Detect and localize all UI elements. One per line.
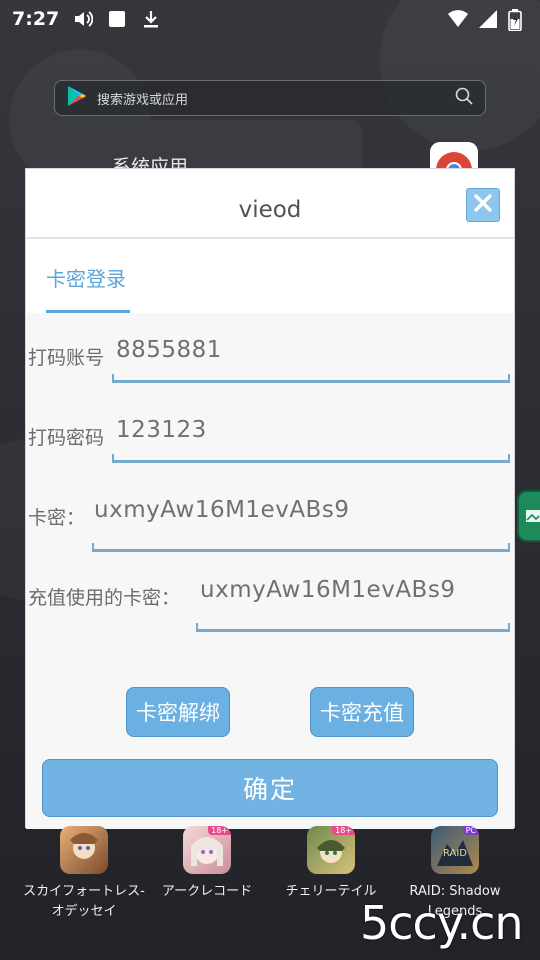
login-form: 打码账号 8855881 打码密码 123123 卡密： uxmyAw16M1e… (26, 313, 514, 829)
download-icon (141, 9, 161, 29)
search-placeholder: 搜索游戏或应用 (97, 92, 189, 108)
signal-icon (478, 9, 498, 29)
dialog-header: vieod (26, 169, 514, 239)
svg-text:RAID: RAID (443, 848, 467, 859)
dialog-title: vieod (238, 197, 302, 223)
site-watermark: 5ccy.cn (360, 896, 524, 950)
card-key-label: 卡密： (28, 507, 86, 529)
account-label: 打码账号 (28, 347, 105, 369)
game-icon (60, 826, 108, 874)
game-icon: RAID PC (431, 826, 479, 874)
game-app-1[interactable]: スカイフォートレス-オデッセイ (19, 826, 149, 922)
close-icon (473, 193, 493, 217)
recharge-card-key-field: 充值使用的卡密： uxmyAw16M1evABs9 (26, 573, 514, 633)
pc-badge: PC (462, 826, 479, 835)
game-app-2[interactable]: 18+ アークレコード (142, 826, 272, 902)
recharge-card-key-label: 充值使用的卡密： (28, 587, 181, 609)
game-app-3[interactable]: 18+ チェリーテイル (266, 826, 396, 902)
adult-badge: 18+ (208, 826, 231, 835)
volume-icon (73, 9, 94, 29)
tab-card-login[interactable]: 卡密登录 (46, 263, 130, 313)
status-bar: 7:27 (0, 0, 540, 38)
status-time: 7:27 (12, 8, 60, 30)
play-store-icon (67, 85, 87, 111)
confirm-button[interactable]: 确定 (42, 759, 498, 817)
game-icon: 18+ (307, 826, 355, 874)
recharge-card-key-underline (196, 623, 510, 632)
password-field: 打码密码 123123 (26, 413, 514, 473)
recharge-card-button[interactable]: 卡密充值 (310, 687, 414, 737)
password-label: 打码密码 (28, 427, 105, 449)
account-field: 打码账号 8855881 (26, 333, 514, 393)
password-input[interactable]: 123123 (116, 417, 207, 443)
tab-bar: 卡密登录 (26, 241, 514, 313)
password-underline (112, 454, 510, 463)
card-key-underline (92, 543, 510, 552)
unbind-card-button[interactable]: 卡密解绑 (126, 687, 230, 737)
stop-icon (107, 9, 127, 29)
card-key-input[interactable]: uxmyAw16M1evABs9 (94, 497, 349, 523)
account-input[interactable]: 8855881 (116, 337, 222, 363)
game-icon: 18+ (183, 826, 231, 874)
floating-assistant-widget[interactable] (517, 490, 540, 542)
game-label: アークレコード (161, 884, 253, 899)
account-underline (112, 374, 510, 383)
card-key-field: 卡密： uxmyAw16M1evABs9 (26, 493, 514, 553)
adult-badge: 18+ (332, 826, 355, 835)
recharge-card-key-input[interactable]: uxmyAw16M1evABs9 (200, 577, 455, 603)
login-dialog: vieod 卡密登录 打码账号 8855881 打码密码 123123 卡密： … (25, 168, 515, 829)
close-button[interactable] (466, 188, 500, 222)
game-label: スカイフォートレス-オデッセイ (23, 884, 145, 919)
wifi-icon (448, 9, 468, 29)
launcher-search-bar[interactable]: 搜索游戏或应用 (54, 80, 486, 116)
battery-icon (508, 9, 528, 32)
search-icon[interactable] (455, 87, 473, 109)
